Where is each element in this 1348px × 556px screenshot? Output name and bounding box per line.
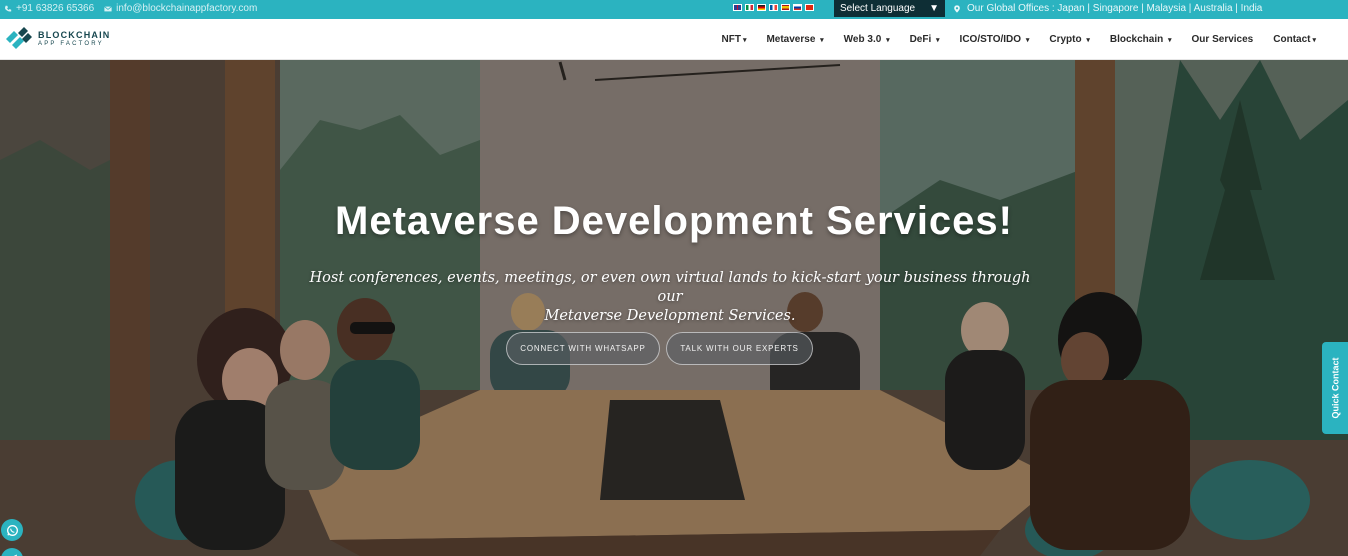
nav-item-nft[interactable]: NFT ▾ <box>711 34 756 45</box>
nav-item-label: Contact <box>1273 34 1311 45</box>
quick-contact-tab[interactable]: Quick Contact <box>1322 342 1348 434</box>
language-select[interactable]: Select Language ▼ <box>834 0 945 17</box>
nav-item-contact[interactable]: Contact ▾ <box>1263 34 1326 45</box>
nav-item-label: ICO/STO/IDO <box>959 34 1022 45</box>
whatsapp-float-button[interactable] <box>1 519 23 541</box>
caret-down-icon: ▾ <box>936 37 940 44</box>
email-link[interactable]: info@blockchainappfactory.com <box>104 3 257 14</box>
nav-item-our-services[interactable]: Our Services <box>1182 34 1264 45</box>
logo[interactable]: BLOCKCHAIN APP FACTORY <box>4 25 111 55</box>
spanish-flag-icon[interactable] <box>781 4 790 11</box>
nav-item-label: Blockchain <box>1109 34 1164 45</box>
hero-subtitle: Host conferences, events, meetings, or e… <box>300 269 1040 326</box>
phone-icon <box>5 5 12 12</box>
nav-item-label: Metaverse <box>766 34 816 45</box>
logo-text-secondary: APP FACTORY <box>38 41 104 47</box>
contact-info: +91 63826 65366 info@blockchainappfactor… <box>4 3 257 14</box>
hero-title: Metaverse Development Services! <box>335 199 1013 243</box>
italian-flag-icon[interactable] <box>745 4 754 11</box>
caret-down-icon: ▾ <box>820 37 824 44</box>
talk-with-experts-button[interactable]: TALK WITH OUR EXPERTS <box>666 332 813 365</box>
main-navbar: BLOCKCHAIN APP FACTORY NFT ▾ Metaverse ▾ … <box>0 19 1348 60</box>
caret-down-icon: ▾ <box>886 37 890 44</box>
location-pin-icon <box>954 4 960 13</box>
caret-down-icon: ▾ <box>1312 37 1316 44</box>
caret-down-icon: ▾ <box>1025 37 1030 44</box>
top-info-bar: +91 63826 65366 info@blockchainappfactor… <box>0 0 1348 19</box>
nav-item-defi[interactable]: DeFi ▾ <box>900 34 950 45</box>
nav-item-label: Crypto <box>1049 34 1082 45</box>
connect-whatsapp-button[interactable]: CONNECT WITH WHATSAPP <box>506 332 660 365</box>
nav-item-blockchain[interactable]: Blockchain ▾ <box>1100 34 1182 45</box>
phone-link[interactable]: +91 63826 65366 <box>4 3 94 14</box>
language-flags <box>733 4 814 11</box>
russian-flag-icon[interactable] <box>793 4 802 11</box>
logo-mark-icon <box>6 27 32 49</box>
nav-item-web3[interactable]: Web 3.0 ▾ <box>834 34 900 45</box>
caret-down-icon: ▾ <box>1168 37 1172 44</box>
german-flag-icon[interactable] <box>757 4 766 11</box>
english-flag-icon[interactable] <box>733 4 742 11</box>
global-offices-text: Our Global Offices : Japan | Singapore |… <box>967 3 1263 14</box>
global-offices: Our Global Offices : Japan | Singapore |… <box>953 3 1262 14</box>
chevron-down-icon: ▼ <box>929 3 939 14</box>
logo-text-primary: BLOCKCHAIN <box>38 30 111 40</box>
email-address: info@blockchainappfactory.com <box>116 3 258 14</box>
nav-item-label: DeFi <box>909 34 932 45</box>
french-flag-icon[interactable] <box>769 4 778 11</box>
main-menu: NFT ▾ Metaverse ▾ Web 3.0 ▾ DeFi ▾ ICO/ST… <box>711 19 1326 60</box>
phone-number: +91 63826 65366 <box>16 3 95 14</box>
quick-contact-label: Quick Contact <box>1330 357 1341 419</box>
whatsapp-icon <box>6 524 18 536</box>
nav-item-label: Web 3.0 <box>843 34 882 45</box>
caret-down-icon: ▾ <box>742 37 747 44</box>
nav-item-label: NFT <box>721 34 741 45</box>
caret-down-icon: ▾ <box>1086 37 1090 44</box>
hero-subtitle-line: Host conferences, events, meetings, or e… <box>309 270 1031 305</box>
language-select-label: Select Language <box>840 3 916 14</box>
nav-item-metaverse[interactable]: Metaverse ▾ <box>756 34 833 45</box>
hero-subtitle-line: Metaverse Development Services. <box>544 308 796 324</box>
nav-item-label: Our Services <box>1191 34 1254 45</box>
hero-banner: Metaverse Development Services! Host con… <box>0 60 1348 556</box>
nav-item-ico-sto-ido[interactable]: ICO/STO/IDO ▾ <box>950 34 1040 45</box>
nav-item-crypto[interactable]: Crypto ▾ <box>1039 34 1100 45</box>
envelope-icon <box>104 5 112 11</box>
chinese-flag-icon[interactable] <box>805 4 814 11</box>
